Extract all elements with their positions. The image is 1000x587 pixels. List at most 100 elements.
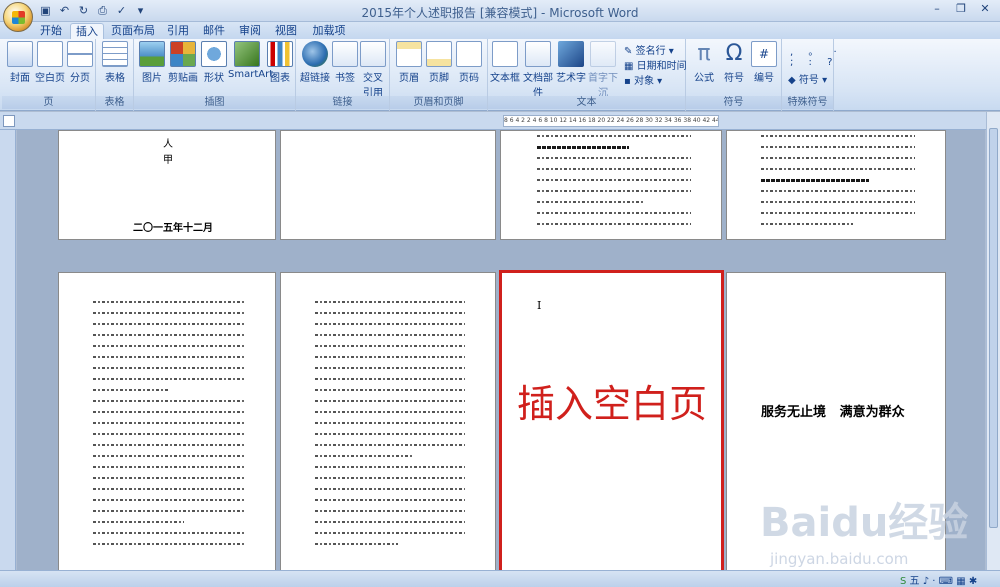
group-pages: 封面 空白页 分页 页 — [2, 39, 96, 111]
minimize-icon[interactable]: – — [926, 2, 948, 18]
group-label-table: 表格 — [96, 96, 133, 109]
ribbon-tabs: 开始 插入 页面布局 引用 邮件 审阅 视图 加载项 — [0, 22, 1000, 39]
tab-addins[interactable]: 加载项 — [306, 23, 352, 39]
tab-insert[interactable]: 插入 — [70, 23, 104, 39]
group-special-symbols: , 。 · ; : ? ◆ 符号 ▾ 特殊符号 — [782, 39, 837, 111]
picture-button[interactable]: 图片 — [138, 41, 166, 84]
signature-line-icon: ✎ — [624, 46, 633, 57]
page-3-text — [537, 135, 691, 234]
textbox-button[interactable]: 文本框 — [490, 41, 520, 84]
tab-home[interactable]: 开始 — [34, 23, 68, 39]
bookmark-icon — [332, 41, 358, 67]
hyperlink-button[interactable]: 超链接 — [299, 41, 331, 84]
special-symbol-button[interactable]: ◆ 符号 ▾ — [788, 71, 827, 86]
scrollbar-thumb[interactable] — [989, 128, 998, 528]
page-2[interactable] — [280, 130, 496, 240]
quick-parts-button[interactable]: 文档部件 — [520, 41, 556, 99]
page-number-button[interactable]: 页码 — [454, 41, 484, 84]
page-4-text — [761, 135, 915, 234]
page-6-text — [315, 301, 465, 554]
pi-icon: π — [697, 41, 711, 66]
group-label-text: 文本 — [488, 96, 685, 109]
slogan-text: 服务无止境 满意为群众 — [761, 405, 905, 420]
header-button[interactable]: 页眉 — [394, 41, 424, 84]
vertical-ruler — [0, 130, 16, 570]
tab-review[interactable]: 审阅 — [234, 23, 266, 39]
page-3[interactable] — [500, 130, 722, 240]
footer-icon — [426, 41, 452, 67]
blank-page-button[interactable]: 空白页 — [35, 41, 65, 84]
symbol-small-icon: ◆ — [788, 75, 796, 86]
wordart-button[interactable]: 艺术字 — [556, 41, 586, 84]
group-label-links: 链接 — [296, 96, 389, 109]
cross-reference-button[interactable]: 交叉引用 — [359, 41, 387, 99]
page-cover[interactable]: 人 甲 二〇一五年十二月 — [58, 130, 276, 240]
calendar-icon: ▦ — [624, 61, 634, 72]
shapes-button[interactable]: 形状 — [200, 41, 228, 84]
quick-parts-icon — [525, 41, 551, 67]
equation-button[interactable]: π 公式 — [690, 41, 718, 84]
window-title: 2015年个人述职报告 [兼容模式] - Microsoft Word — [361, 6, 639, 20]
symbol-button[interactable]: Ω 符号 — [720, 41, 748, 84]
hash-icon: # — [751, 41, 777, 67]
page-4[interactable] — [726, 130, 946, 240]
group-header-footer: 页眉 页脚 页码 页眉和页脚 — [390, 39, 488, 111]
signature-line-button[interactable]: ✎ 签名行 ▾ — [624, 42, 674, 57]
cover-page-button[interactable]: 封面 — [6, 41, 34, 84]
tab-mailings[interactable]: 邮件 — [198, 23, 230, 39]
group-symbols: π 公式 Ω 符号 # 编号 符号 — [686, 39, 782, 111]
cover-text-2: 甲 — [163, 155, 173, 166]
object-icon: ▪ — [624, 76, 631, 87]
tab-view[interactable]: 视图 — [270, 23, 302, 39]
drop-cap-icon — [590, 41, 616, 67]
group-label-symbols: 符号 — [686, 96, 781, 109]
punctuation-row-2[interactable]: ; : ? — [790, 57, 838, 68]
numbering-button[interactable]: # 编号 — [750, 41, 778, 84]
group-label-header-footer: 页眉和页脚 — [390, 96, 487, 109]
group-links: 超链接 书签 交叉引用 链接 — [296, 39, 390, 111]
page-5-text — [93, 301, 245, 554]
punctuation-row-1[interactable]: , 。 · — [790, 43, 843, 58]
group-label-pages: 页 — [2, 96, 95, 109]
shapes-icon — [201, 41, 227, 67]
page-6[interactable] — [280, 272, 496, 572]
table-icon — [102, 41, 128, 67]
smartart-button[interactable]: SmartArt — [228, 41, 273, 80]
blank-page-icon — [37, 41, 63, 67]
horizontal-ruler: 8 6 4 2 2 4 6 8 10 12 14 16 18 20 22 24 … — [0, 112, 1000, 130]
maximize-icon[interactable]: ❐ — [950, 2, 972, 18]
window-controls: – ❐ ✕ — [926, 2, 996, 18]
page-break-icon — [67, 41, 93, 67]
ruler-scale[interactable]: 8 6 4 2 2 4 6 8 10 12 14 16 18 20 22 24 … — [503, 115, 719, 127]
footer-button[interactable]: 页脚 — [424, 41, 454, 84]
drop-cap-button[interactable]: 首字下沉 — [586, 41, 620, 99]
chart-button[interactable]: 图表 — [266, 41, 294, 84]
clipart-icon — [170, 41, 196, 67]
close-icon[interactable]: ✕ — [974, 2, 996, 18]
picture-icon — [139, 41, 165, 67]
tab-selector-icon[interactable] — [3, 115, 15, 127]
office-button[interactable] — [3, 2, 33, 32]
object-button[interactable]: ▪ 对象 ▾ — [624, 72, 662, 87]
tab-page-layout[interactable]: 页面布局 — [108, 23, 158, 39]
group-text: 文本框 文档部件 艺术字 首字下沉 ✎ 签名行 ▾ ▦ 日期和时间 ▪ 对象 ▾… — [488, 39, 687, 111]
group-table: 表格 表格 — [96, 39, 134, 111]
hyperlink-icon — [302, 41, 328, 67]
baidu-url: jingyan.baidu.com — [770, 550, 909, 568]
group-label-special-symbols: 特殊符号 — [782, 96, 833, 109]
clipart-button[interactable]: 剪贴画 — [167, 41, 199, 84]
tab-references[interactable]: 引用 — [162, 23, 194, 39]
title-bar: ▣ ↶ ↻ ⎙ ✓ ▾ 2015年个人述职报告 [兼容模式] - Microso… — [0, 0, 1000, 32]
ribbon: 封面 空白页 分页 页 表格 表格 图片 剪贴画 形状 SmartArt 图表 … — [0, 39, 1000, 111]
vertical-scrollbar[interactable] — [986, 112, 1000, 570]
page-break-button[interactable]: 分页 — [66, 41, 94, 84]
baidu-logo: Baidu经验 — [760, 500, 969, 546]
cover-text-1: 人 — [163, 139, 173, 150]
page-5[interactable] — [58, 272, 276, 572]
baidu-watermark: Baidu经验 jingyan.baidu.com — [760, 470, 980, 580]
table-button[interactable]: 表格 — [100, 41, 130, 84]
header-icon — [396, 41, 422, 67]
date-time-button[interactable]: ▦ 日期和时间 — [624, 57, 687, 72]
bookmark-button[interactable]: 书签 — [331, 41, 359, 84]
blank-page-highlight-box — [499, 270, 724, 573]
